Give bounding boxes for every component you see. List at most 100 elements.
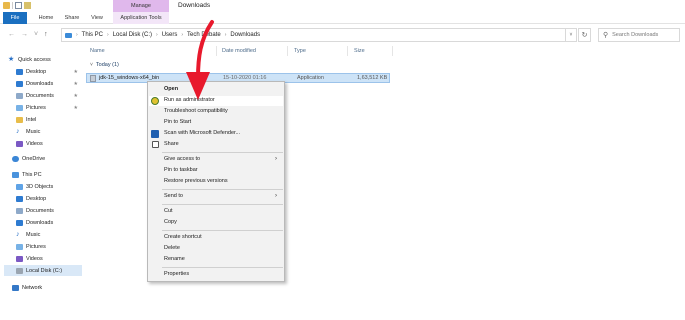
menu-separator bbox=[162, 189, 283, 190]
sidebar-item-onedrive[interactable]: OneDrive bbox=[12, 153, 82, 164]
sidebar-item-documents[interactable]: Documents ★ bbox=[16, 90, 82, 101]
manage-tab[interactable]: Manage bbox=[113, 0, 169, 12]
sidebar-item-3d-objects[interactable]: 3D Objects bbox=[16, 181, 82, 192]
tab-file[interactable]: File bbox=[3, 12, 27, 24]
column-header-name[interactable]: Name bbox=[90, 46, 105, 56]
pin-icon[interactable]: ★ bbox=[74, 69, 78, 75]
pictures-icon bbox=[16, 243, 23, 250]
forward-arrow-icon[interactable]: → bbox=[21, 31, 28, 38]
pin-icon[interactable]: ★ bbox=[74, 81, 78, 87]
submenu-arrow-icon: › bbox=[275, 193, 277, 199]
tab-view[interactable]: View bbox=[89, 12, 105, 24]
sidebar-item-local-disk[interactable]: Local Disk (C:) bbox=[4, 265, 82, 276]
sidebar-item-quick-access[interactable]: ★ Quick access bbox=[8, 54, 90, 65]
menu-item-create-shortcut[interactable]: Create shortcut bbox=[164, 233, 202, 242]
file-size: 1,63,512 KB bbox=[357, 75, 388, 81]
menu-item-share[interactable]: Share bbox=[164, 140, 179, 149]
breadcrumb-user-folder[interactable]: Tech Debate bbox=[187, 32, 221, 38]
properties-icon[interactable] bbox=[15, 2, 22, 9]
menu-item-restore-previous-versions[interactable]: Restore previous versions bbox=[164, 177, 228, 186]
sidebar-item-label: This PC bbox=[22, 171, 42, 178]
menu-item-rename[interactable]: Rename bbox=[164, 255, 185, 264]
column-header-type[interactable]: Type bbox=[294, 46, 306, 56]
breadcrumb-separator: › bbox=[107, 32, 109, 38]
breadcrumb-users[interactable]: Users bbox=[162, 32, 178, 38]
desktop-icon bbox=[16, 195, 23, 202]
up-arrow-icon[interactable]: ↑ bbox=[44, 31, 48, 38]
menu-item-open[interactable]: Open bbox=[164, 85, 178, 94]
disk-icon bbox=[16, 267, 23, 274]
sidebar-item-label: Downloads bbox=[26, 80, 54, 87]
onedrive-icon bbox=[12, 155, 19, 162]
folder-icon[interactable] bbox=[3, 2, 10, 9]
share-icon bbox=[152, 141, 159, 148]
column-header-size[interactable]: Size bbox=[354, 46, 365, 56]
file-type: Application bbox=[297, 75, 324, 81]
column-divider[interactable] bbox=[216, 46, 217, 56]
tab-share[interactable]: Share bbox=[63, 12, 81, 24]
menu-item-troubleshoot-compatibility[interactable]: Troubleshoot compatibility bbox=[164, 107, 228, 116]
sidebar-item-label: Desktop bbox=[26, 195, 47, 202]
menu-item-send-to[interactable]: Send to bbox=[164, 192, 183, 201]
address-dropdown-icon[interactable]: ˅ bbox=[566, 28, 577, 42]
sidebar-item-intel[interactable]: Intel bbox=[16, 114, 82, 125]
column-divider[interactable] bbox=[287, 46, 288, 56]
menu-item-properties[interactable]: Properties bbox=[164, 270, 189, 279]
group-header[interactable]: ˅ Today (1) bbox=[90, 62, 119, 68]
tab-application-tools[interactable]: Application Tools bbox=[113, 12, 169, 24]
menu-item-cut[interactable]: Cut bbox=[164, 207, 173, 216]
sidebar-item-music-pc[interactable]: ♪ Music bbox=[16, 229, 82, 240]
sidebar-item-downloads-pc[interactable]: Downloads bbox=[16, 217, 82, 228]
menu-item-delete[interactable]: Delete bbox=[164, 244, 180, 253]
sidebar-item-music[interactable]: ♪ Music bbox=[16, 126, 82, 137]
ribbon-tabs: File Home Share View Application Tools bbox=[0, 12, 685, 24]
sidebar-item-network[interactable]: Network bbox=[12, 282, 82, 293]
chevron-down-icon[interactable]: ˅ bbox=[90, 62, 93, 68]
application-file-icon bbox=[90, 75, 96, 82]
tab-home[interactable]: Home bbox=[36, 12, 56, 24]
search-box[interactable]: ⚲ Search Downloads bbox=[598, 28, 680, 42]
sidebar-item-label: Documents bbox=[26, 207, 54, 214]
pin-icon[interactable]: ★ bbox=[74, 105, 78, 111]
breadcrumb-this-pc[interactable]: This PC bbox=[82, 32, 103, 38]
this-pc-icon bbox=[65, 32, 72, 38]
new-folder-icon[interactable] bbox=[24, 2, 31, 9]
breadcrumb-downloads[interactable]: Downloads bbox=[230, 32, 260, 38]
sidebar-item-videos-pc[interactable]: Videos bbox=[16, 253, 82, 264]
back-arrow-icon[interactable]: ← bbox=[8, 31, 15, 38]
sidebar-item-this-pc[interactable]: This PC bbox=[12, 169, 82, 180]
navigation-pane: ★ Quick access Desktop ★ Downloads ★ Doc… bbox=[0, 46, 84, 320]
sidebar-item-videos[interactable]: Videos bbox=[16, 138, 82, 149]
breadcrumb-separator: › bbox=[76, 32, 78, 38]
menu-item-pin-to-start[interactable]: Pin to Start bbox=[164, 118, 191, 127]
toolbar-divider bbox=[12, 2, 13, 9]
refresh-icon[interactable]: ↻ bbox=[578, 28, 591, 42]
sidebar-item-pictures-pc[interactable]: Pictures bbox=[16, 241, 82, 252]
title-bar: Manage Downloads bbox=[0, 0, 685, 12]
sidebar-item-documents-pc[interactable]: Documents bbox=[16, 205, 82, 216]
menu-item-run-as-administrator[interactable]: Run as administrator bbox=[164, 96, 215, 105]
menu-item-give-access-to[interactable]: Give access to bbox=[164, 155, 200, 164]
column-divider[interactable] bbox=[347, 46, 348, 56]
documents-icon bbox=[16, 207, 23, 214]
pin-icon[interactable]: ★ bbox=[74, 93, 78, 99]
breadcrumb-local-disk[interactable]: Local Disk (C:) bbox=[113, 32, 152, 38]
column-header-date[interactable]: Date modified bbox=[222, 46, 256, 56]
submenu-arrow-icon: › bbox=[275, 156, 277, 162]
sidebar-item-desktop-pc[interactable]: Desktop bbox=[16, 193, 82, 204]
menu-item-scan-defender[interactable]: Scan with Microsoft Defender... bbox=[164, 129, 240, 138]
recent-locations-chevron-icon[interactable]: ˅ bbox=[34, 31, 38, 38]
menu-item-pin-to-taskbar[interactable]: Pin to taskbar bbox=[164, 166, 198, 175]
column-divider[interactable] bbox=[392, 46, 393, 56]
menu-item-copy[interactable]: Copy bbox=[164, 218, 177, 227]
address-bar[interactable]: › This PC › Local Disk (C:) › Users › Te… bbox=[61, 28, 566, 42]
music-icon: ♪ bbox=[16, 230, 20, 238]
sidebar-item-desktop[interactable]: Desktop ★ bbox=[16, 66, 82, 77]
sidebar-item-downloads[interactable]: Downloads ★ bbox=[16, 78, 82, 89]
menu-separator bbox=[162, 152, 283, 153]
star-icon: ★ bbox=[8, 55, 15, 63]
search-placeholder: Search Downloads bbox=[612, 32, 659, 38]
folder-icon bbox=[16, 116, 23, 123]
sidebar-item-pictures[interactable]: Pictures ★ bbox=[16, 102, 82, 113]
breadcrumb-separator: › bbox=[181, 32, 184, 38]
